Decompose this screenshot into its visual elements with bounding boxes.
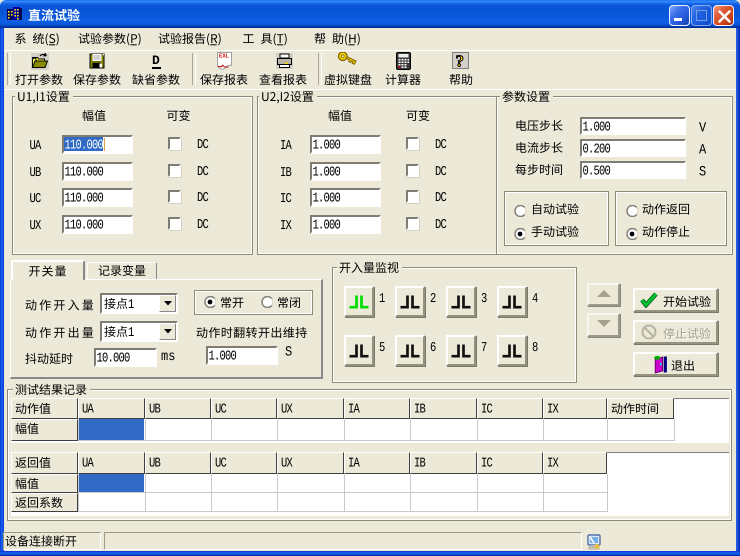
svg-text:?: ? — [456, 52, 465, 69]
svg-text:EXL: EXL — [219, 54, 229, 60]
